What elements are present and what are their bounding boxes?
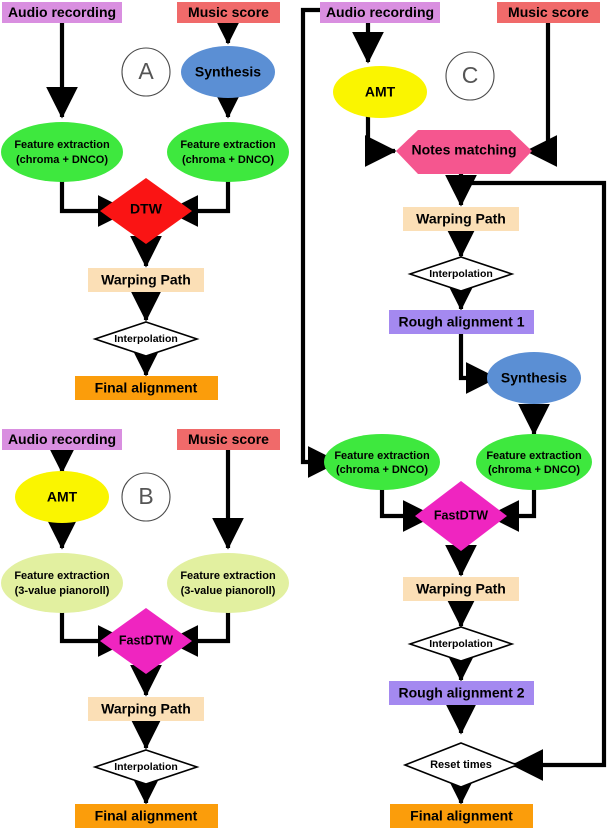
panel-a-audio-recording-label: Audio recording [8, 4, 116, 20]
panel-b-feature-extraction-right[interactable]: Feature extraction (3-value pianoroll) [167, 553, 289, 613]
panel-c-warping-path-2-label: Warping Path [416, 581, 506, 597]
panel-c-rough-alignment-2-label: Rough alignment 2 [399, 685, 525, 701]
flowchart-canvas: Audio recording Music score A Synthesis … [1, 2, 607, 828]
panel-b-letter: B [138, 483, 153, 509]
panel-c-audio-recording[interactable]: Audio recording [320, 2, 440, 23]
panel-c-amt-label: AMT [365, 84, 396, 100]
panel-b-feature-left-line1: Feature extraction [14, 570, 110, 582]
panel-b-fastdtw[interactable]: FastDTW [100, 608, 192, 674]
panel-c-fastdtw[interactable]: FastDTW [415, 481, 507, 551]
panel-a-feature-right-line2: (chroma + DNCO) [182, 154, 274, 166]
panel-a-feature-left-line2: (chroma + DNCO) [16, 154, 108, 166]
panel-c-letter-badge: C [445, 51, 495, 101]
panel-c-rough-alignment-2[interactable]: Rough alignment 2 [389, 681, 534, 705]
panel-c-music-score-label: Music score [508, 4, 589, 20]
panel-c-reset-times[interactable]: Reset times [402, 742, 520, 788]
panel-a-interpolation[interactable]: Interpolation [92, 321, 200, 357]
panel-c-feature-right-line2: (chroma + DNCO) [488, 464, 580, 476]
panel-a-letter-badge: A [121, 47, 171, 97]
panel-a-audio-recording[interactable]: Audio recording [2, 2, 122, 23]
panel-a-interpolation-label: Interpolation [114, 333, 178, 345]
panel-c-interpolation-2-label: Interpolation [429, 638, 493, 650]
panel-c: Audio recording Music score C AMT Notes … [300, 2, 607, 828]
panel-b-feature-extraction-left[interactable]: Feature extraction (3-value pianoroll) [1, 553, 123, 613]
panel-c-interpolation-1-label: Interpolation [429, 268, 493, 280]
panel-b-feature-right-line2: (3-value pianoroll) [181, 585, 276, 597]
panel-c-warping-path-1[interactable]: Warping Path [403, 207, 519, 231]
panel-c-notes-matching-label: Notes matching [411, 142, 516, 158]
panel-c-final-alignment[interactable]: Final alignment [390, 804, 533, 828]
panel-b-music-score-label: Music score [188, 431, 269, 447]
panel-b-fastdtw-label: FastDTW [119, 633, 173, 647]
panel-b-music-score[interactable]: Music score [177, 429, 280, 450]
panel-a-final-alignment[interactable]: Final alignment [75, 376, 218, 400]
panel-c-feature-extraction-right[interactable]: Feature extraction (chroma + DNCO) [476, 434, 592, 490]
flowchart-diagram: Audio recording Music score A Synthesis … [0, 0, 608, 838]
panel-b: Audio recording Music score B AMT Featur… [1, 429, 289, 828]
panel-c-warping-path-2[interactable]: Warping Path [403, 577, 519, 601]
panel-a-music-score-label: Music score [188, 4, 269, 20]
panel-b-amt-label: AMT [47, 489, 78, 505]
panel-c-music-score[interactable]: Music score [497, 2, 600, 23]
panel-a-feature-extraction-right[interactable]: Feature extraction (chroma + DNCO) [167, 122, 289, 182]
panel-a-synthesis[interactable]: Synthesis [181, 46, 275, 98]
panel-c-amt[interactable]: AMT [333, 66, 427, 118]
panel-a-warping-path[interactable]: Warping Path [88, 268, 204, 292]
panel-c-synthesis[interactable]: Synthesis [487, 352, 581, 404]
panel-a-dtw[interactable]: DTW [100, 178, 192, 244]
panel-a-synthesis-label: Synthesis [195, 64, 261, 80]
panel-b-audio-recording[interactable]: Audio recording [2, 429, 122, 450]
panel-a-dtw-label: DTW [130, 201, 163, 217]
panel-c-warping-path-1-label: Warping Path [416, 211, 506, 227]
panel-c-fastdtw-label: FastDTW [434, 508, 488, 522]
panel-c-feature-extraction-left[interactable]: Feature extraction (chroma + DNCO) [324, 434, 440, 490]
panel-a-feature-left-line1: Feature extraction [14, 139, 110, 151]
panel-c-interpolation-2[interactable]: Interpolation [407, 626, 515, 662]
panel-a-final-alignment-label: Final alignment [95, 380, 198, 396]
panel-a-feature-extraction-left[interactable]: Feature extraction (chroma + DNCO) [1, 122, 123, 182]
panel-c-feature-right-line1: Feature extraction [486, 450, 582, 462]
panel-b-audio-recording-label: Audio recording [8, 431, 116, 447]
panel-b-feature-right-line1: Feature extraction [180, 570, 276, 582]
panel-c-letter: C [462, 62, 479, 88]
panel-b-warping-path[interactable]: Warping Path [88, 697, 204, 721]
panel-a-warping-path-label: Warping Path [101, 272, 191, 288]
panel-c-audio-recording-label: Audio recording [326, 4, 434, 20]
panel-c-rough-alignment-1[interactable]: Rough alignment 1 [389, 310, 534, 334]
panel-b-final-alignment-label: Final alignment [95, 808, 198, 824]
panel-b-feature-left-line2: (3-value pianoroll) [15, 585, 110, 597]
panel-b-amt[interactable]: AMT [15, 471, 109, 523]
panel-a-music-score[interactable]: Music score [177, 2, 280, 23]
panel-c-reset-times-label: Reset times [430, 759, 492, 771]
panel-a: Audio recording Music score A Synthesis … [1, 2, 289, 400]
panel-c-notes-matching[interactable]: Notes matching [396, 130, 532, 174]
panel-b-letter-badge: B [121, 472, 171, 522]
panel-c-feature-left-line1: Feature extraction [334, 450, 430, 462]
panel-b-final-alignment[interactable]: Final alignment [75, 804, 218, 828]
panel-c-feature-left-line2: (chroma + DNCO) [336, 464, 428, 476]
panel-c-final-alignment-label: Final alignment [410, 808, 513, 824]
panel-c-rough-alignment-1-label: Rough alignment 1 [399, 314, 525, 330]
panel-b-interpolation[interactable]: Interpolation [92, 749, 200, 785]
panel-b-warping-path-label: Warping Path [101, 701, 191, 717]
panel-a-feature-right-line1: Feature extraction [180, 139, 276, 151]
panel-c-interpolation-1[interactable]: Interpolation [407, 256, 515, 292]
panel-c-synthesis-label: Synthesis [501, 370, 567, 386]
panel-a-letter: A [138, 58, 154, 84]
panel-b-interpolation-label: Interpolation [114, 761, 178, 773]
